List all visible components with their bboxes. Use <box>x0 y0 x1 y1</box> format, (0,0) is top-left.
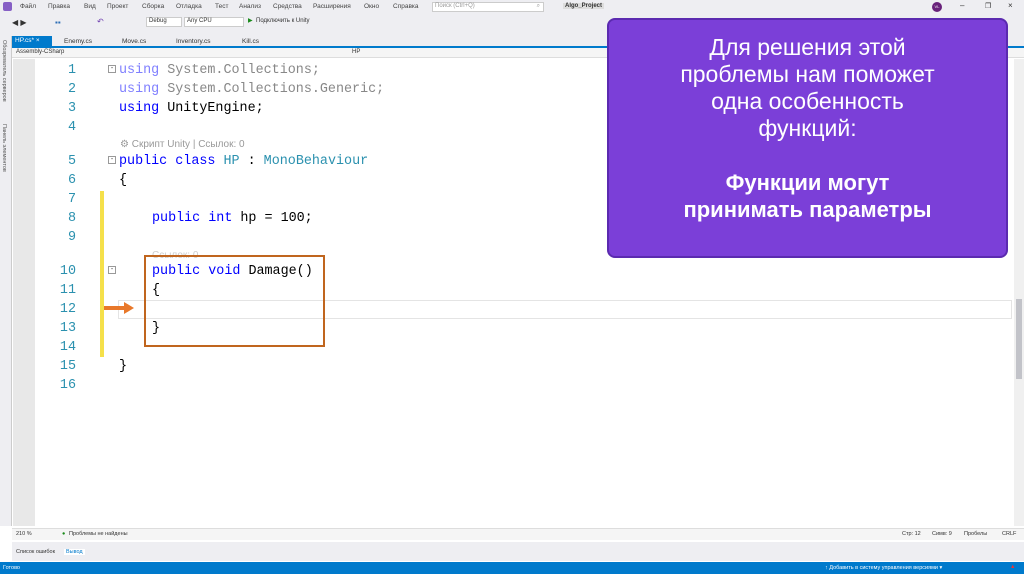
vertical-scrollbar[interactable] <box>1014 59 1024 526</box>
change-indicator-bar <box>100 191 104 357</box>
line-number: 5 <box>67 154 76 169</box>
back-icon[interactable]: ◀ ▶ <box>12 18 27 27</box>
undo-icon[interactable]: ↶ <box>97 17 104 26</box>
notification-icon[interactable]: ▲ <box>1010 564 1015 570</box>
attach-unity-button[interactable]: Подключить к Unity <box>256 18 310 24</box>
code-line: using System.Collections.Generic; <box>119 82 385 97</box>
menu-project[interactable]: Проект <box>107 3 128 10</box>
line-number: 7 <box>67 192 76 207</box>
callout-text: Для решения этой <box>709 34 906 60</box>
line-number: 10 <box>59 264 76 279</box>
add-to-source-control-button[interactable]: ↑ Добавить в систему управления версиями… <box>825 565 942 571</box>
toolbox-tab[interactable]: Панель элементов <box>1 124 7 172</box>
play-icon[interactable]: ▶ <box>248 17 253 24</box>
arrow-icon <box>104 306 124 310</box>
menu-edit[interactable]: Правка <box>48 3 70 10</box>
close-icon[interactable]: × <box>1008 1 1013 10</box>
highlight-box <box>144 255 325 347</box>
status-bar: Готово ↑ Добавить в систему управления в… <box>0 562 1024 574</box>
platform-value: Any CPU <box>187 18 212 24</box>
menu-extensions[interactable]: Расширения <box>313 3 351 10</box>
editor-margin <box>13 59 35 526</box>
column-indicator: Симв: 9 <box>932 531 952 537</box>
line-number: 16 <box>59 378 76 393</box>
line-number: 9 <box>67 230 76 245</box>
line-number: 13 <box>59 321 76 336</box>
avatar[interactable]: VL <box>932 2 942 12</box>
tab-move[interactable]: Move.cs <box>122 38 146 45</box>
code-line: } <box>119 359 128 374</box>
codelens-unity-script[interactable]: ⚙ Скрипт Unity | Ссылок: 0 <box>120 139 245 150</box>
code-line: public class HP : MonoBehaviour <box>119 154 369 169</box>
project-dropdown[interactable]: Assembly-CSharp <box>16 49 64 55</box>
platform-select[interactable]: Any CPU <box>184 17 244 27</box>
menu-help[interactable]: Справка <box>393 3 419 10</box>
server-explorer-tab[interactable]: Обозреватель серверов <box>1 40 7 102</box>
line-number: 4 <box>67 120 76 135</box>
line-number: 14 <box>59 340 76 355</box>
bottom-panel-tabs: Список ошибок Вывод <box>12 542 1024 561</box>
eol-indicator[interactable]: CRLF <box>1002 531 1016 537</box>
search-input[interactable]: Поиск (Ctrl+Q) ⌕ <box>432 2 544 12</box>
code-line: { <box>119 173 128 188</box>
vs-logo-icon <box>3 2 12 11</box>
whitespace-indicator[interactable]: Пробелы <box>964 531 987 537</box>
code-line: using UnityEngine; <box>119 101 264 116</box>
menu-tools[interactable]: Средства <box>273 3 302 10</box>
menu-analyze[interactable]: Анализ <box>239 3 261 10</box>
line-number: 6 <box>67 173 76 188</box>
line-number: 8 <box>67 211 76 226</box>
ready-status: Готово <box>3 565 20 571</box>
tab-enemy[interactable]: Enemy.cs <box>64 38 92 45</box>
callout-bold-text: принимать параметры <box>683 197 932 222</box>
line-indicator: Стр: 12 <box>902 531 921 537</box>
config-select[interactable]: Debug <box>146 17 182 27</box>
search-placeholder: Поиск (Ctrl+Q) <box>435 3 475 9</box>
slide-callout: Для решения этой проблемы нам поможет од… <box>607 18 1008 258</box>
code-line: public int hp = 100; <box>152 211 313 226</box>
line-number: 11 <box>59 283 76 298</box>
line-number: 2 <box>67 82 76 97</box>
project-name: Algo_Project <box>563 3 605 9</box>
line-number: 3 <box>67 101 76 116</box>
line-number: 12 <box>59 302 76 317</box>
restore-icon[interactable]: ❐ <box>985 2 991 10</box>
callout-text: одна особенность <box>711 88 904 114</box>
menu-view[interactable]: Вид <box>84 3 96 10</box>
config-value: Debug <box>149 18 167 24</box>
zoom-level[interactable]: 210 % <box>16 531 32 537</box>
close-tab-icon[interactable]: × <box>36 37 40 44</box>
line-number: 15 <box>59 359 76 374</box>
title-bar: Файл Правка Вид Проект Сборка Отладка Те… <box>0 0 1024 14</box>
tab-kill[interactable]: Kill.cs <box>242 38 259 45</box>
tab-error-list[interactable]: Список ошибок <box>16 549 55 555</box>
tab-hp[interactable]: HP.cs* × <box>12 36 52 46</box>
fold-icon[interactable]: - <box>108 65 116 73</box>
fold-icon[interactable]: - <box>108 266 116 274</box>
callout-text: функций: <box>758 115 857 141</box>
callout-text: проблемы нам поможет <box>680 61 935 87</box>
tab-label: HP.cs* <box>15 37 35 44</box>
fold-icon[interactable]: - <box>108 156 116 164</box>
menu-file[interactable]: Файл <box>20 3 36 10</box>
menu-debug[interactable]: Отладка <box>176 3 202 10</box>
tab-inventory[interactable]: Inventory.cs <box>176 38 211 45</box>
side-panel-strip: Обозреватель серверов Панель элементов <box>0 36 12 526</box>
check-icon: ● <box>62 531 66 537</box>
class-dropdown[interactable]: HP <box>352 49 360 55</box>
code-line: using System.Collections; <box>119 63 320 78</box>
editor-status-row: 210 % ● Проблемы не найдены Стр: 12 Симв… <box>12 528 1024 540</box>
callout-bold-text: Функции могут <box>725 170 890 195</box>
arrow-icon <box>124 302 134 314</box>
menu-build[interactable]: Сборка <box>142 3 164 10</box>
menu-window[interactable]: Окно <box>364 3 379 10</box>
search-icon: ⌕ <box>536 3 540 9</box>
save-icon[interactable]: ▪▪ <box>55 18 61 27</box>
tab-output[interactable]: Вывод <box>64 549 85 555</box>
line-number: 1 <box>67 63 76 78</box>
menu-test[interactable]: Тест <box>215 3 228 10</box>
minimize-icon[interactable]: – <box>960 1 964 10</box>
problems-status[interactable]: Проблемы не найдены <box>69 531 128 537</box>
